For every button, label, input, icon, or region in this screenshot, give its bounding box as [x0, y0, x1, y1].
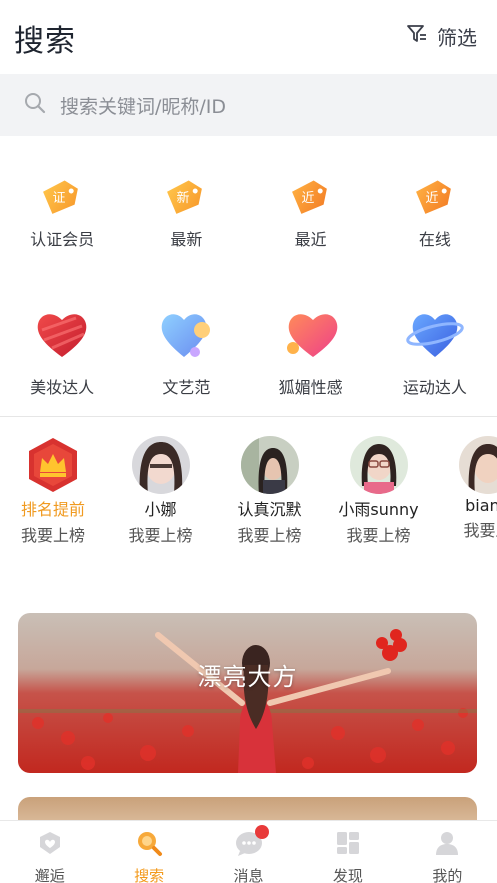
- rank-name: 认真沉默: [237, 500, 302, 519]
- filter-button[interactable]: 筛选: [405, 22, 477, 51]
- category-online[interactable]: 近 在线: [373, 174, 497, 250]
- tab-discover[interactable]: 发现: [298, 821, 397, 883]
- category-label: 最近: [294, 230, 327, 249]
- avatar: [458, 436, 497, 494]
- category-artsy[interactable]: 文艺范: [124, 310, 248, 398]
- tab-label: 搜索: [134, 867, 165, 883]
- tab-label: 我的: [432, 867, 463, 883]
- banner-image: [18, 613, 477, 773]
- ranking-list: 排名提前 我要上榜 小娜 我要上榜 认真沉默 我要上榜 小雨sunny 我要上榜…: [0, 436, 497, 546]
- category-beauty[interactable]: 美妆达人: [0, 310, 124, 398]
- rank-name: 排名提前: [20, 500, 85, 519]
- filter-icon: [405, 22, 429, 51]
- category-nearby[interactable]: 近 最近: [249, 174, 373, 250]
- search-tab-icon: [135, 829, 163, 861]
- tab-profile[interactable]: 我的: [398, 821, 497, 883]
- tab-search[interactable]: 搜索: [99, 821, 198, 883]
- tab-encounter[interactable]: 邂逅: [0, 821, 99, 883]
- heart-pink-icon: [283, 310, 339, 364]
- category-row-tags: 证 认证会员 新 最新 近 最近 近 在线: [0, 174, 497, 250]
- search-icon: [24, 92, 46, 118]
- category-certified[interactable]: 证 认证会员: [0, 174, 124, 250]
- svg-text:近: 近: [425, 191, 438, 206]
- category-label: 最新: [170, 230, 203, 249]
- rank-name: 小娜: [144, 500, 177, 519]
- bottom-tab-bar: 邂逅 搜索 消息 发现 我的: [0, 820, 497, 883]
- online-tag-icon: 近: [412, 174, 458, 216]
- profile-icon: [433, 829, 461, 861]
- svg-text:新: 新: [177, 190, 190, 206]
- category-label: 认证会员: [30, 230, 95, 249]
- avatar: [240, 436, 299, 494]
- heart-planet-icon: [405, 310, 465, 364]
- category-label: 美妆达人: [30, 378, 95, 397]
- ranking-user[interactable]: 小娜 我要上榜: [106, 436, 215, 546]
- tab-label: 邂逅: [34, 867, 65, 883]
- header: 搜索 筛选: [0, 0, 497, 74]
- crown-icon: [26, 436, 80, 494]
- section-divider: [0, 416, 497, 417]
- ranking-user[interactable]: 小雨sunny 我要上榜: [324, 436, 433, 546]
- rank-sub: 我要上榜: [237, 526, 302, 545]
- rank-sub: 我要上: [463, 521, 497, 540]
- category-label: 运动达人: [402, 378, 467, 397]
- rank-sub: 我要上榜: [20, 526, 85, 545]
- tab-label: 发现: [332, 867, 363, 883]
- avatar: [349, 436, 408, 494]
- ranking-user[interactable]: bianp 我要上: [433, 436, 497, 546]
- rank-sub: 我要上榜: [128, 526, 193, 545]
- search-placeholder: 搜索关键词/昵称/ID: [60, 95, 227, 118]
- category-sexy[interactable]: 狐媚性感: [249, 310, 373, 398]
- filter-label: 筛选: [437, 26, 477, 50]
- svg-text:证: 证: [53, 191, 66, 206]
- rank-name: bianp: [465, 496, 497, 515]
- heart-blue-icon: [158, 310, 214, 364]
- rank-sub: 我要上榜: [346, 526, 411, 545]
- category-label: 文艺范: [162, 378, 211, 397]
- nearby-tag-icon: 近: [288, 174, 334, 216]
- avatar: [131, 436, 190, 494]
- ranking-promote[interactable]: 排名提前 我要上榜: [0, 436, 106, 546]
- new-tag-icon: 新: [163, 174, 209, 216]
- ranking-user[interactable]: 认真沉默 我要上榜: [215, 436, 324, 546]
- discover-icon: [334, 829, 362, 861]
- search-input[interactable]: 搜索关键词/昵称/ID: [0, 74, 497, 136]
- encounter-icon: [36, 829, 64, 861]
- unread-badge: [254, 825, 269, 839]
- category-row-hearts: 美妆达人 文艺范 狐媚性感 运动达人: [0, 310, 497, 398]
- rank-name: 小雨sunny: [338, 500, 419, 519]
- category-newest[interactable]: 新 最新: [124, 174, 248, 250]
- category-label: 在线: [418, 230, 451, 249]
- heart-red-icon: [34, 310, 90, 364]
- certified-tag-icon: 证: [39, 174, 85, 216]
- banner-title: 漂亮大方: [197, 663, 298, 691]
- tab-messages[interactable]: 消息: [199, 821, 298, 883]
- tab-label: 消息: [233, 867, 264, 883]
- page-title: 搜索: [14, 24, 76, 59]
- category-sports[interactable]: 运动达人: [373, 310, 497, 398]
- svg-text:近: 近: [301, 191, 314, 206]
- category-label: 狐媚性感: [278, 378, 343, 397]
- featured-banner[interactable]: 漂亮大方: [18, 613, 477, 773]
